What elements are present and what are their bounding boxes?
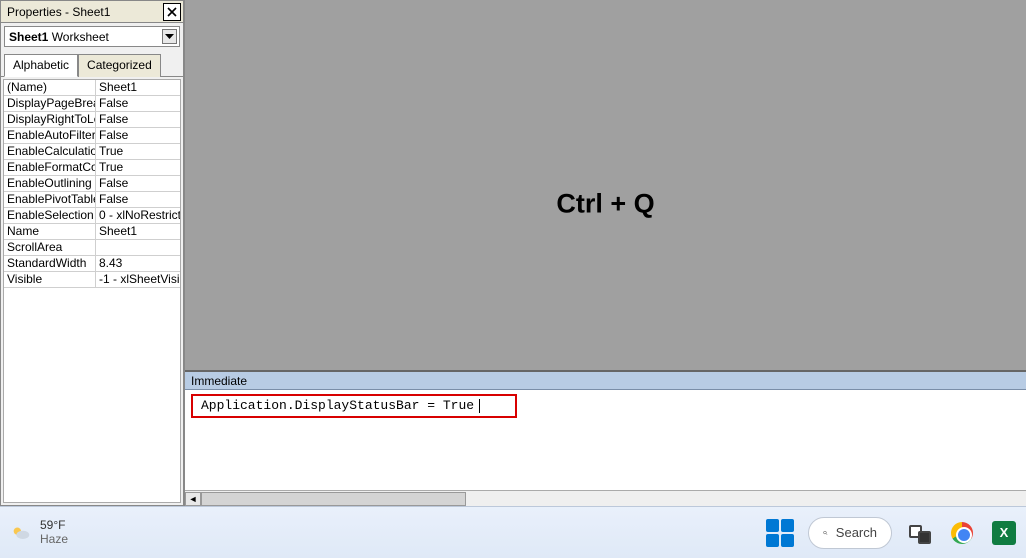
- scroll-thumb[interactable]: [201, 492, 466, 506]
- tab-alphabetic[interactable]: Alphabetic: [4, 54, 78, 77]
- properties-tabs: Alphabetic Categorized: [1, 50, 183, 77]
- property-name: Visible: [4, 272, 96, 287]
- property-value[interactable]: False: [96, 192, 180, 207]
- excel-icon: X: [992, 521, 1016, 545]
- chrome-icon: [951, 522, 973, 544]
- property-name: DisplayRightToLeft: [4, 112, 96, 127]
- immediate-hscrollbar[interactable]: ◄: [185, 490, 1026, 506]
- property-row[interactable]: (Name)Sheet1: [4, 80, 180, 96]
- property-row[interactable]: EnableAutoFilterFalse: [4, 128, 180, 144]
- scroll-left-icon[interactable]: ◄: [185, 492, 201, 506]
- property-name: ScrollArea: [4, 240, 96, 255]
- property-name: EnableFormatCon: [4, 160, 96, 175]
- property-value[interactable]: True: [96, 144, 180, 159]
- property-row[interactable]: StandardWidth8.43: [4, 256, 180, 272]
- object-selector[interactable]: Sheet1 Worksheet: [4, 26, 180, 47]
- property-row[interactable]: Visible-1 - xlSheetVisib: [4, 272, 180, 288]
- property-value[interactable]: 8.43: [96, 256, 180, 271]
- weather-icon: [10, 522, 32, 544]
- properties-panel: Properties - Sheet1 Sheet1 Worksheet Alp…: [0, 0, 184, 506]
- property-name: EnablePivotTable: [4, 192, 96, 207]
- weather-cond: Haze: [40, 533, 68, 546]
- immediate-input[interactable]: Application.DisplayStatusBar = True: [185, 390, 1026, 490]
- property-row[interactable]: DisplayRightToLeftFalse: [4, 112, 180, 128]
- taskbar: 59°F Haze Search X: [0, 506, 1026, 558]
- immediate-title[interactable]: Immediate: [185, 372, 1026, 390]
- property-name: (Name): [4, 80, 96, 95]
- property-row[interactable]: EnablePivotTableFalse: [4, 192, 180, 208]
- immediate-window: Immediate Application.DisplayStatusBar =…: [185, 370, 1026, 506]
- property-value[interactable]: True: [96, 160, 180, 175]
- immediate-code-text: Application.DisplayStatusBar = True: [195, 396, 480, 415]
- property-name: EnableOutlining: [4, 176, 96, 191]
- property-row[interactable]: EnableFormatConTrue: [4, 160, 180, 176]
- taskview-button[interactable]: [906, 519, 934, 547]
- properties-grid[interactable]: (Name)Sheet1DisplayPageBreaksFalseDispla…: [3, 79, 181, 503]
- object-selector-label: Sheet1 Worksheet: [9, 30, 109, 44]
- chrome-button[interactable]: [948, 519, 976, 547]
- weather-text: 59°F Haze: [40, 519, 68, 545]
- excel-button[interactable]: X: [990, 519, 1018, 547]
- code-area: Ctrl + Q: [185, 0, 1026, 370]
- property-name: Name: [4, 224, 96, 239]
- property-value[interactable]: Sheet1: [96, 224, 180, 239]
- property-value[interactable]: False: [96, 176, 180, 191]
- text-caret: [479, 399, 480, 413]
- taskbar-weather[interactable]: 59°F Haze: [10, 519, 68, 545]
- shortcut-overlay: Ctrl + Q: [556, 188, 654, 219]
- property-row[interactable]: DisplayPageBreaksFalse: [4, 96, 180, 112]
- property-value[interactable]: False: [96, 112, 180, 127]
- taskview-icon: [909, 522, 931, 544]
- weather-temp: 59°F: [40, 519, 68, 532]
- close-icon[interactable]: [163, 3, 181, 21]
- property-value[interactable]: Sheet1: [96, 80, 180, 95]
- search-label: Search: [836, 525, 877, 540]
- start-button[interactable]: [766, 519, 794, 547]
- property-row[interactable]: EnableCalculationTrue: [4, 144, 180, 160]
- properties-title-text: Properties - Sheet1: [7, 5, 110, 19]
- property-value[interactable]: False: [96, 96, 180, 111]
- property-name: DisplayPageBreaks: [4, 96, 96, 111]
- property-name: EnableAutoFilter: [4, 128, 96, 143]
- property-value[interactable]: -1 - xlSheetVisib: [96, 272, 180, 287]
- tab-categorized[interactable]: Categorized: [78, 54, 161, 77]
- property-name: EnableSelection: [4, 208, 96, 223]
- property-value[interactable]: 0 - xlNoRestricti: [96, 208, 180, 223]
- taskbar-search[interactable]: Search: [808, 517, 892, 549]
- property-value[interactable]: False: [96, 128, 180, 143]
- property-row[interactable]: NameSheet1: [4, 224, 180, 240]
- properties-titlebar[interactable]: Properties - Sheet1: [1, 1, 183, 23]
- property-row[interactable]: ScrollArea: [4, 240, 180, 256]
- property-name: EnableCalculation: [4, 144, 96, 159]
- search-icon: [823, 526, 828, 540]
- chevron-down-icon[interactable]: [162, 29, 177, 44]
- property-value[interactable]: [96, 240, 180, 255]
- property-name: StandardWidth: [4, 256, 96, 271]
- property-row[interactable]: EnableSelection0 - xlNoRestricti: [4, 208, 180, 224]
- property-row[interactable]: EnableOutliningFalse: [4, 176, 180, 192]
